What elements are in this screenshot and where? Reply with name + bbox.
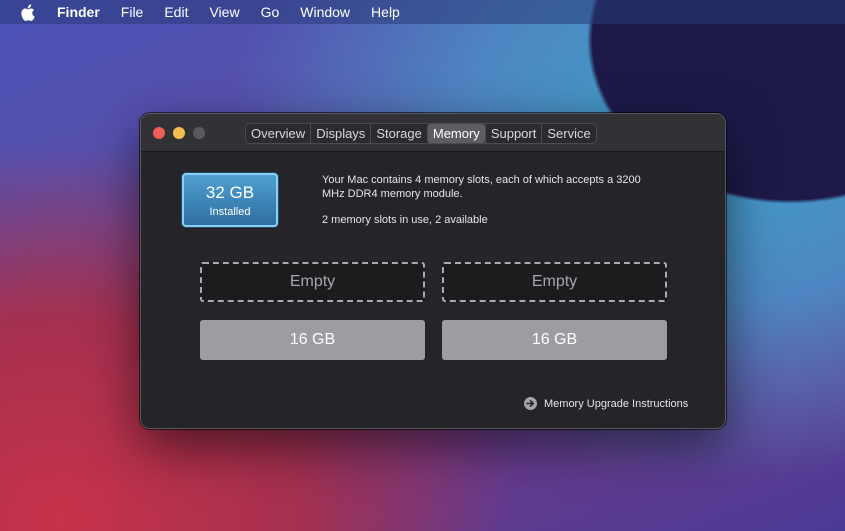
menu-help[interactable]: Help (371, 4, 400, 20)
minimize-button[interactable] (173, 127, 185, 139)
apple-logo-icon[interactable] (20, 3, 40, 21)
tab-service[interactable]: Service (541, 124, 595, 143)
installed-label: Installed (209, 206, 251, 218)
memory-slots-description: Your Mac contains 4 memory slots, each o… (322, 174, 641, 200)
zoom-button (193, 127, 205, 139)
memory-slot-2: Empty (442, 262, 667, 302)
tab-displays[interactable]: Displays (310, 124, 370, 143)
arrow-right-circle-icon (524, 397, 537, 410)
title-bar: Overview Displays Storage Memory Support… (141, 114, 725, 152)
menu-go[interactable]: Go (261, 4, 280, 20)
menu-window[interactable]: Window (300, 4, 350, 20)
installed-memory-size: 32 GB (205, 183, 255, 202)
menu-app-finder[interactable]: Finder (57, 4, 100, 20)
memory-installed-badge: 32 GB Installed (182, 173, 278, 227)
tab-support[interactable]: Support (484, 124, 542, 143)
menu-file[interactable]: File (121, 4, 144, 20)
tab-storage[interactable]: Storage (370, 124, 427, 143)
memory-upgrade-instructions-label: Memory Upgrade Instructions (544, 397, 689, 410)
memory-slot-1: Empty (200, 262, 425, 302)
memory-info: Your Mac contains 4 memory slots, each o… (322, 173, 662, 227)
about-this-mac-window: Overview Displays Storage Memory Support… (140, 113, 726, 429)
menu-edit[interactable]: Edit (164, 4, 188, 20)
menu-bar: Finder File Edit View Go Window Help (0, 0, 845, 24)
memory-slot-3: 16 GB (200, 320, 425, 360)
tab-overview[interactable]: Overview (246, 124, 310, 143)
close-button[interactable] (153, 127, 165, 139)
tab-bar: Overview Displays Storage Memory Support… (245, 123, 597, 144)
menu-view[interactable]: View (209, 4, 239, 20)
tab-memory[interactable]: Memory (426, 124, 485, 143)
memory-slot-4: 16 GB (442, 320, 667, 360)
memory-upgrade-instructions-link[interactable]: Memory Upgrade Instructions (524, 397, 688, 410)
memory-slots-usage: 2 memory slots in use, 2 available (322, 214, 488, 226)
